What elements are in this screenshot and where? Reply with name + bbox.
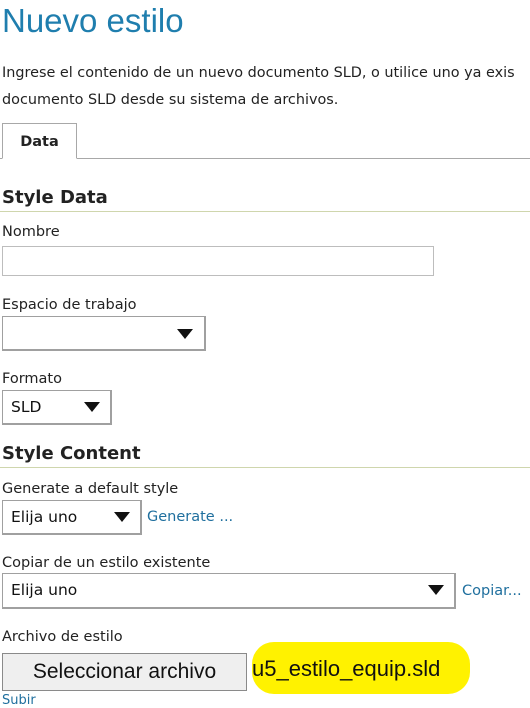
file-label: Archivo de estilo xyxy=(2,629,123,645)
workspace-label: Espacio de trabajo xyxy=(2,297,137,313)
chevron-down-icon xyxy=(177,329,193,339)
tab-data[interactable]: Data xyxy=(2,123,77,159)
chevron-down-icon xyxy=(114,512,130,522)
selected-filename: u5_estilo_equip.sld xyxy=(252,656,441,681)
copy-label: Copiar de un estilo existente xyxy=(2,555,211,571)
copy-link[interactable]: Copiar... xyxy=(462,583,522,599)
generate-style-select[interactable]: Elija uno xyxy=(2,500,142,535)
copy-selected-value: Elija uno xyxy=(11,581,78,599)
upload-link[interactable]: Subir xyxy=(2,693,36,708)
page-description: Ingrese el contenido de un nuevo documen… xyxy=(2,60,530,114)
copy-style-select[interactable]: Elija uno xyxy=(2,573,456,609)
workspace-select[interactable] xyxy=(2,316,206,351)
tab-bar-divider xyxy=(0,158,530,159)
format-select[interactable]: SLD xyxy=(2,390,112,425)
select-file-button[interactable]: Seleccionar archivo xyxy=(2,653,247,691)
page-title: Nuevo estilo xyxy=(2,2,184,39)
section-heading-style-content: Style Content xyxy=(2,443,141,464)
chevron-down-icon xyxy=(84,402,100,412)
section-divider xyxy=(0,211,530,212)
generate-label: Generate a default style xyxy=(2,481,179,497)
generate-link[interactable]: Generate ... xyxy=(147,509,233,525)
format-label: Formato xyxy=(2,371,62,387)
section-divider xyxy=(0,467,530,468)
generate-selected-value: Elija uno xyxy=(11,508,78,526)
name-label: Nombre xyxy=(2,224,60,240)
section-heading-style-data: Style Data xyxy=(2,187,108,208)
name-input[interactable] xyxy=(2,246,434,276)
description-line-1: Ingrese el contenido de un nuevo documen… xyxy=(2,65,515,81)
chevron-down-icon xyxy=(428,585,444,595)
format-selected-value: SLD xyxy=(11,398,42,416)
description-line-2: documento SLD desde su sistema de archiv… xyxy=(2,92,339,108)
